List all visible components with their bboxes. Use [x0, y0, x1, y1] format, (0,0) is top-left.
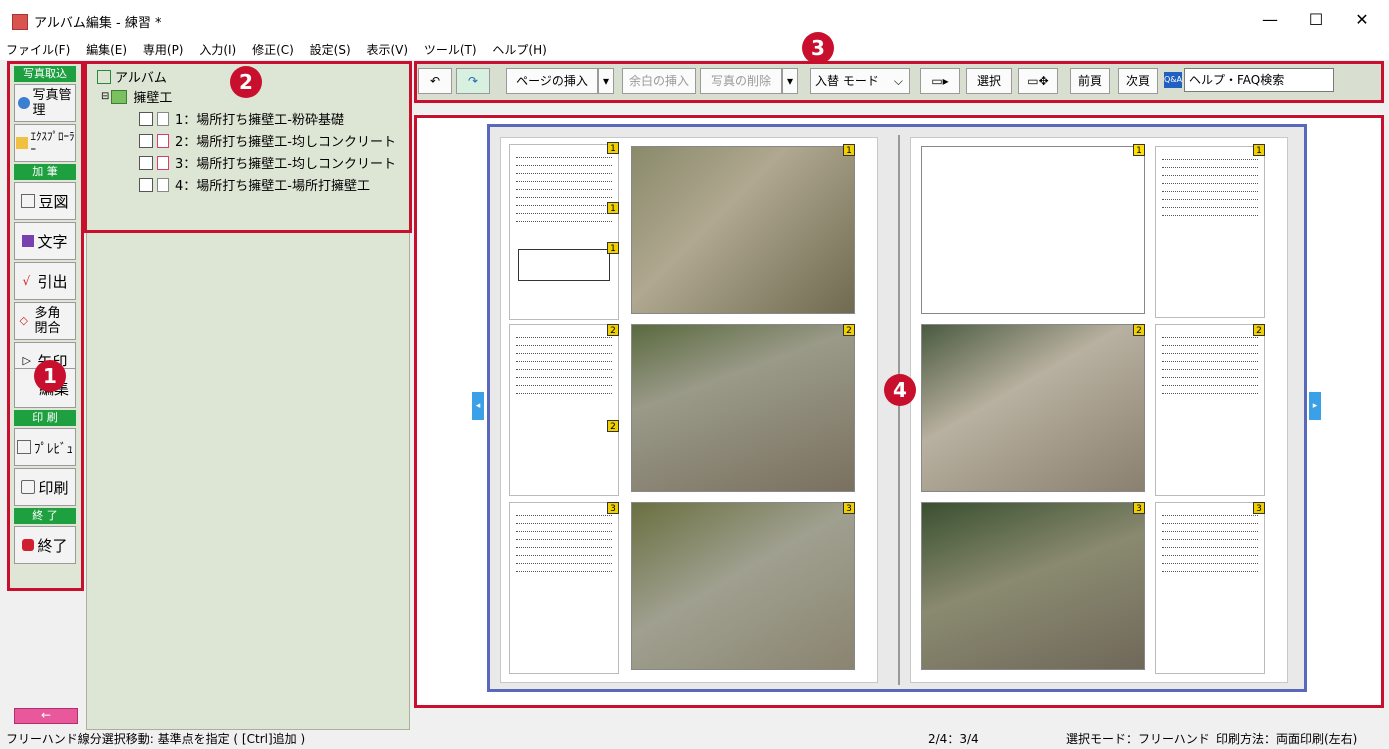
collapse-back-button[interactable]: ←	[14, 708, 78, 724]
highlight-toolbox	[7, 61, 84, 591]
callout-badge-4: 4	[884, 374, 916, 406]
status-page: 2/4：3/4	[928, 732, 979, 746]
status-bar: フリーハンド線分選択移動: 基準点を指定 ( [Ctrl]追加 ) 2/4：3/…	[0, 730, 1389, 749]
menu-help[interactable]: ヘルプ(H)	[486, 40, 552, 60]
status-print: 印刷方法：両面印刷(左右)	[1216, 732, 1358, 746]
highlight-toolbar	[414, 61, 1384, 103]
window-title: アルバム編集 - 練習 *	[34, 16, 162, 31]
menu-modify[interactable]: 修正(C)	[246, 40, 300, 60]
callout-badge-3: 3	[802, 32, 834, 64]
menu-settings[interactable]: 設定(S)	[304, 40, 357, 60]
highlight-album	[414, 115, 1384, 708]
close-button[interactable]: ✕	[1342, 6, 1382, 34]
menu-special[interactable]: 専用(P)	[137, 40, 190, 60]
title-bar: アルバム編集 - 練習 * — ☐ ✕	[0, 0, 1389, 40]
status-message: フリーハンド線分選択移動: 基準点を指定 ( [Ctrl]追加 )	[6, 732, 306, 746]
menu-input[interactable]: 入力(I)	[193, 40, 242, 60]
maximize-button[interactable]: ☐	[1296, 6, 1336, 34]
menu-edit[interactable]: 編集(E)	[80, 40, 133, 60]
menu-file[interactable]: ファイル(F)	[0, 40, 76, 60]
callout-badge-1: 1	[34, 360, 66, 392]
menu-bar: ファイル(F) 編集(E) 専用(P) 入力(I) 修正(C) 設定(S) 表示…	[0, 40, 1389, 60]
minimize-button[interactable]: —	[1250, 6, 1290, 34]
status-mode: 選択モード：フリーハンド	[1066, 732, 1210, 746]
callout-badge-2: 2	[230, 66, 262, 98]
menu-tools[interactable]: ツール(T)	[418, 40, 483, 60]
app-icon	[12, 14, 28, 30]
menu-view[interactable]: 表示(V)	[360, 40, 414, 60]
